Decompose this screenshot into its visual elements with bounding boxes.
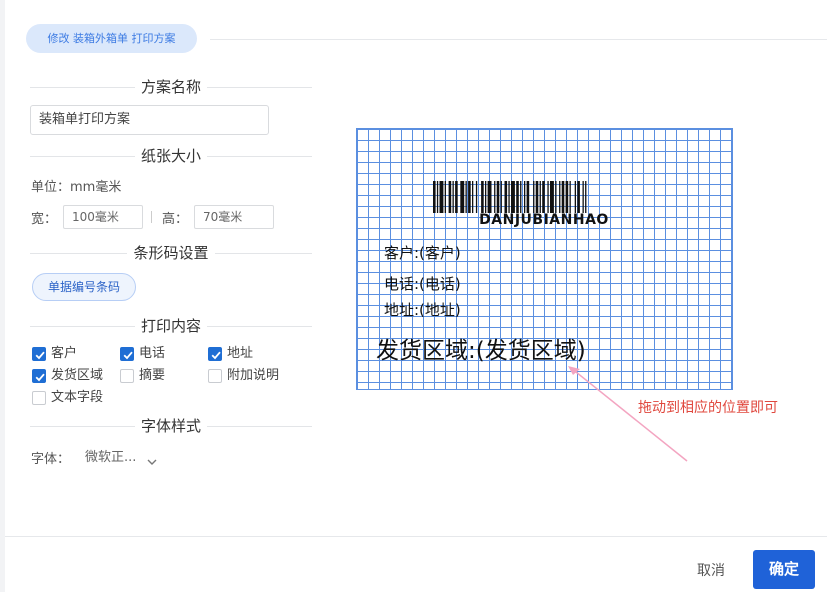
font-select[interactable]: 微软正... [85,446,136,465]
section-scheme-name: 方案名称 [30,77,312,97]
barcode-bar [524,181,526,213]
barcode-bar [533,181,535,213]
section-print-content-label: 打印内容 [134,317,207,335]
barcode-bar [561,181,565,213]
checkbox-box[interactable] [32,369,46,383]
barcode-bar [500,181,502,213]
barcode-bar [585,181,587,213]
height-input[interactable]: 70毫米 [194,205,274,229]
section-paper-size: 纸张大小 [30,146,312,166]
barcode-bar [569,181,571,213]
cancel-button[interactable]: 取消 [697,560,725,580]
annotation-hint: 拖动到相应的位置即可 [638,400,778,416]
width-input[interactable]: 100毫米 [63,205,143,229]
barcode-bar [582,181,584,213]
checkbox-label: 地址 [227,346,254,361]
checkbox-label: 文本字段 [51,390,104,405]
barcode-bar [526,181,530,213]
preview-customer-field[interactable]: 客户:(客户) [384,244,461,262]
footer-divider [5,536,827,537]
checkbox-box[interactable] [208,369,222,383]
checkbox-box[interactable] [32,391,46,405]
barcode-bar [448,181,452,213]
preview-address-field[interactable]: 地址:(地址) [384,301,461,319]
document-number-barcode-button[interactable]: 单据编号条码 [32,273,136,301]
barcode-bar [475,181,478,213]
check-icon [211,351,221,360]
barcode-bar [494,181,496,213]
section-scheme-name-label: 方案名称 [134,78,207,96]
section-font-style: 字体样式 [30,416,312,436]
check-icon [35,351,45,360]
barcode-bar [547,181,549,213]
barcode-bar [487,181,492,213]
checkbox-label: 附加说明 [227,368,280,383]
section-barcode-settings-label: 条形码设置 [127,244,215,262]
checkbox-label: 摘要 [139,368,166,383]
checkbox-box[interactable] [208,347,222,361]
preview-region-field[interactable]: 发货区域:(发货区域) [376,337,586,365]
barcode-bar [565,181,569,213]
barcode-bar [535,181,539,213]
barcode-bar [550,181,554,213]
barcode-bar [504,181,508,213]
title-divider [210,39,827,40]
barcode-text: DANJUBIANHAO [479,212,609,228]
barcode-bar [460,181,465,213]
width-label: 宽： [31,212,58,227]
barcode-bar [496,181,500,213]
barcode-bar [444,181,446,213]
font-label: 字体： [31,452,71,467]
checkbox-box[interactable] [120,369,134,383]
section-print-content: 打印内容 [30,316,312,336]
checkbox-label: 客户 [51,346,78,361]
section-font-style-label: 字体样式 [134,417,207,435]
checkbox-box[interactable] [120,347,134,361]
chevron-down-icon[interactable] [147,451,157,470]
barcode-graphic[interactable] [431,181,658,213]
check-icon [123,351,133,360]
barcode-bar [508,181,510,213]
checkbox-box[interactable] [32,347,46,361]
dimension-separator [151,211,152,223]
checkbox-label: 电话 [139,346,166,361]
barcode-bar [511,181,515,213]
unit-label: 单位：mm毫米 [31,180,122,195]
barcode-bar [439,181,444,213]
barcode-bar [542,181,545,213]
checkbox-label: 发货区域 [51,368,104,383]
barcode-bar [555,181,557,213]
height-label: 高： [162,212,189,227]
check-icon [35,373,45,382]
preview-phone-field[interactable]: 电话:(电话) [384,275,461,293]
barcode-bar [433,181,436,213]
barcode-bar [485,181,487,213]
scheme-name-input[interactable]: 装箱单打印方案 [30,105,269,135]
barcode-bar [468,181,471,213]
section-barcode-settings: 条形码设置 [30,243,312,263]
barcode-bar [436,181,439,213]
section-paper-size-label: 纸张大小 [134,147,207,165]
barcode-bar [520,181,522,213]
left-border [0,0,5,592]
barcode-bar [574,181,576,213]
barcode-bar [481,181,484,213]
barcode-bar [516,181,519,213]
dialog-title-tab[interactable]: 修改 装箱外箱单 打印方案 [26,24,197,53]
barcode-bar [577,181,580,213]
confirm-button[interactable]: 确定 [753,550,815,589]
barcode-bar [472,181,474,213]
barcode-bar [465,181,467,213]
barcode-bar [559,181,561,213]
barcode-bar [452,181,454,213]
barcode-bar [539,181,541,213]
barcode-bar [455,181,458,213]
